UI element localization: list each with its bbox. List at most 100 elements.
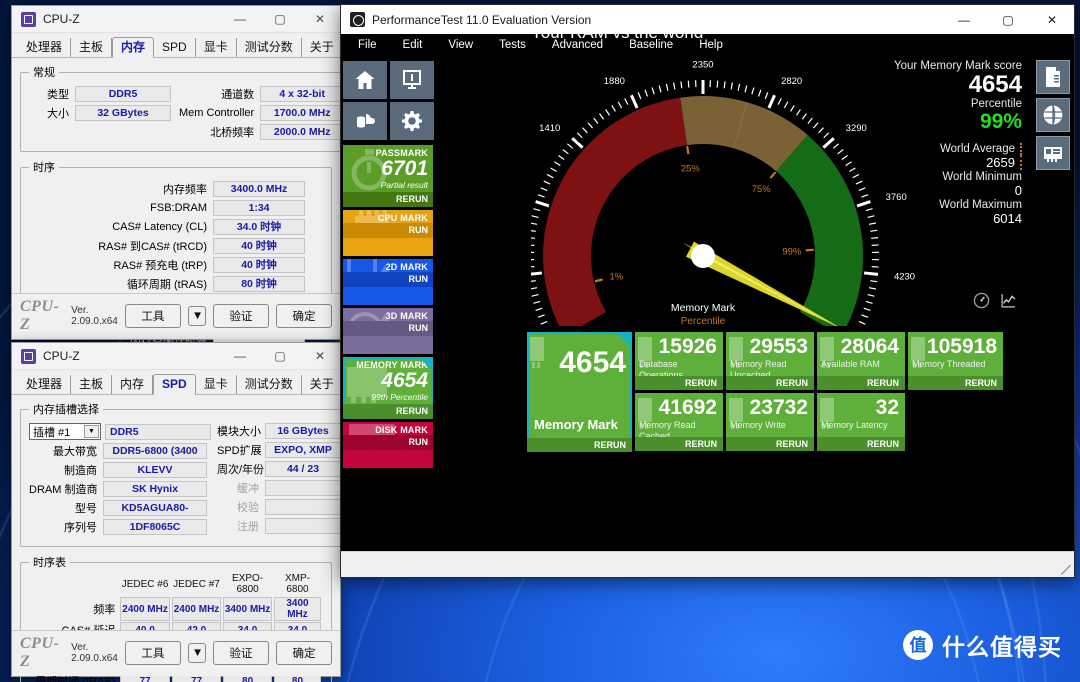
- tab-strip[interactable]: 处理器 主板 内存 SPD 显卡 测试分数 关于: [12, 33, 343, 58]
- tab-about[interactable]: 关于: [302, 38, 343, 57]
- titlebar[interactable]: CPU-Z — ▢ ✕: [12, 6, 340, 33]
- spd-field-label: 最大带宽: [53, 446, 97, 458]
- menu-view[interactable]: View: [435, 37, 486, 53]
- result-tile[interactable]: 23732 Memory Write RERUN: [726, 393, 814, 451]
- suite-tile-3d-mark[interactable]: 3D MARK RUN: [343, 308, 433, 354]
- resize-grip[interactable]: [1061, 565, 1071, 575]
- tab-graphics[interactable]: 显卡: [196, 38, 237, 57]
- close-button[interactable]: ✕: [300, 6, 340, 32]
- timing-row: CAS# Latency (CL) 34.0 时钟: [29, 219, 323, 235]
- minimize-button[interactable]: —: [220, 343, 260, 369]
- gauge-icon[interactable]: [973, 292, 990, 314]
- gauge-major-tick: [767, 94, 776, 109]
- result-tile-rerun-button[interactable]: RERUN: [908, 376, 1003, 390]
- result-tile[interactable]: 28064 Available RAM RERUN: [817, 332, 905, 390]
- suite-tile-run-button[interactable]: RUN: [343, 435, 433, 450]
- gauge-minor-tick: [863, 307, 871, 311]
- tab-spd[interactable]: SPD: [154, 38, 196, 57]
- tools-button[interactable]: 工具: [124, 641, 181, 665]
- result-tile[interactable]: 105918 Memory Threaded RERUN: [908, 332, 1003, 390]
- slot-select[interactable]: 插槽 #1 ▼: [29, 423, 101, 440]
- tab-processor[interactable]: 处理器: [18, 38, 72, 57]
- line-chart-icon[interactable]: [1000, 292, 1017, 314]
- gear-icon[interactable]: [390, 102, 434, 140]
- gauge-minor-tick: [644, 89, 648, 97]
- tab-mainboard[interactable]: 主板: [71, 38, 113, 57]
- tab-strip[interactable]: 处理器 主板 内存 SPD 显卡 测试分数 关于: [12, 370, 343, 395]
- result-tile[interactable]: 29553 Memory Read Uncached RERUN: [726, 332, 814, 390]
- result-tile-rerun-button[interactable]: RERUN: [726, 376, 814, 390]
- suite-tile-2d-mark[interactable]: 2D MARK RUN: [343, 259, 433, 305]
- gauge-minor-tick: [841, 155, 848, 161]
- close-button[interactable]: ✕: [1030, 5, 1074, 34]
- result-tile-rerun-button[interactable]: RERUN: [817, 437, 905, 451]
- cpuz-footer: CPU-Z Ver. 2.09.0.x64 工具 ▼ 验证 确定: [12, 293, 340, 339]
- hardware-card-icon[interactable]: [1036, 136, 1070, 170]
- tab-processor[interactable]: 处理器: [18, 375, 72, 394]
- menu-file[interactable]: File: [345, 37, 390, 53]
- ok-button[interactable]: 确定: [276, 641, 332, 665]
- memory-controller-label: Mem Controller: [179, 107, 255, 119]
- suite-tile-run-button[interactable]: RERUN: [343, 192, 433, 207]
- titlebar[interactable]: PerformanceTest 11.0 Evaluation Version …: [341, 5, 1074, 34]
- home-icon[interactable]: [343, 61, 387, 99]
- ok-button[interactable]: 确定: [276, 304, 332, 328]
- close-button[interactable]: ✕: [300, 343, 340, 369]
- suite-tile-cpu-mark[interactable]: CPU MARK RUN: [343, 210, 433, 256]
- result-tile[interactable]: 41692 Memory Read Cached RERUN: [635, 393, 723, 451]
- validate-button[interactable]: 验证: [213, 641, 269, 665]
- result-tile-rerun-button[interactable]: RERUN: [635, 437, 723, 451]
- tab-bench[interactable]: 测试分数: [237, 375, 302, 394]
- suite-tile-run-button[interactable]: RERUN: [343, 404, 433, 419]
- suite-tile-run-button[interactable]: RUN: [343, 223, 433, 238]
- spd-field-label: 缓冲: [237, 483, 259, 495]
- result-tile[interactable]: 15926 Database Operations RERUN: [635, 332, 723, 390]
- validate-button[interactable]: 验证: [213, 304, 269, 328]
- minimize-button[interactable]: —: [942, 5, 986, 34]
- result-tile-rerun-button[interactable]: RERUN: [726, 437, 814, 451]
- timing-value: 40 时钟: [213, 238, 305, 254]
- suite-tile-disk-mark[interactable]: DISK MARK RUN: [343, 422, 433, 468]
- suite-tile-memory-mark[interactable]: MEMORY MARK 4654 99th Percentile RERUN: [343, 357, 433, 419]
- menubar[interactable]: File Edit View Tests Advanced Baseline H…: [341, 34, 1074, 56]
- performancetest-window[interactable]: PerformanceTest 11.0 Evaluation Version …: [340, 4, 1075, 578]
- maximize-button[interactable]: ▢: [260, 6, 300, 32]
- cloud-database-icon[interactable]: [343, 102, 387, 140]
- tools-dropdown-icon[interactable]: ▼: [187, 643, 206, 663]
- result-tile[interactable]: 4654 Memory Mark RERUN: [527, 332, 632, 452]
- minimize-button[interactable]: —: [220, 6, 260, 32]
- spd-field-value: SK Hynix: [103, 481, 207, 497]
- gauge-minor-tick: [550, 167, 557, 173]
- gauge-minor-tick: [528, 229, 536, 232]
- tab-memory[interactable]: 内存: [112, 375, 154, 394]
- maximize-button[interactable]: ▢: [260, 343, 300, 369]
- suite-tile-passmark[interactable]: PASSMARK 6701 Partial result RERUN: [343, 145, 433, 207]
- titlebar[interactable]: CPU-Z — ▢ ✕: [12, 343, 340, 370]
- gauge-minor-tick: [837, 149, 844, 155]
- suite-tile-run-button[interactable]: RUN: [343, 272, 433, 287]
- tab-mainboard[interactable]: 主板: [71, 375, 113, 394]
- gauge-minor-tick: [832, 143, 839, 149]
- tools-dropdown-icon[interactable]: ▼: [187, 306, 206, 326]
- system-info-icon[interactable]: [390, 61, 434, 99]
- tab-bench[interactable]: 测试分数: [237, 38, 302, 57]
- tab-spd[interactable]: SPD: [153, 374, 196, 395]
- suite-tile-run-button[interactable]: RUN: [343, 321, 433, 336]
- chevron-down-icon[interactable]: ▼: [84, 425, 99, 438]
- maximize-button[interactable]: ▢: [986, 5, 1030, 34]
- tab-about[interactable]: 关于: [302, 375, 343, 394]
- cpuz-spd-window[interactable]: CPU-Z — ▢ ✕ 处理器 主板 内存 SPD 显卡 测试分数 关于 内存插…: [11, 342, 350, 682]
- gauge-minor-tick: [624, 98, 629, 105]
- result-tile[interactable]: 32 Memory Latency RERUN: [817, 393, 905, 451]
- result-tile-rerun-button[interactable]: RERUN: [817, 376, 905, 390]
- tools-button[interactable]: 工具: [124, 304, 181, 328]
- tab-graphics[interactable]: 显卡: [196, 375, 237, 394]
- result-tile-rerun-button[interactable]: RERUN: [635, 376, 723, 390]
- result-tile-rerun-button[interactable]: RERUN: [527, 438, 632, 452]
- globe-icon[interactable]: [1036, 98, 1070, 132]
- document-report-icon[interactable]: [1036, 60, 1070, 94]
- tab-memory[interactable]: 内存: [112, 37, 155, 58]
- cpuz-memory-window[interactable]: CPU-Z — ▢ ✕ 处理器 主板 内存 SPD 显卡 测试分数 关于 常规 …: [11, 5, 354, 387]
- menu-edit[interactable]: Edit: [390, 37, 436, 53]
- spd-column-header: EXPO-6800: [232, 573, 264, 595]
